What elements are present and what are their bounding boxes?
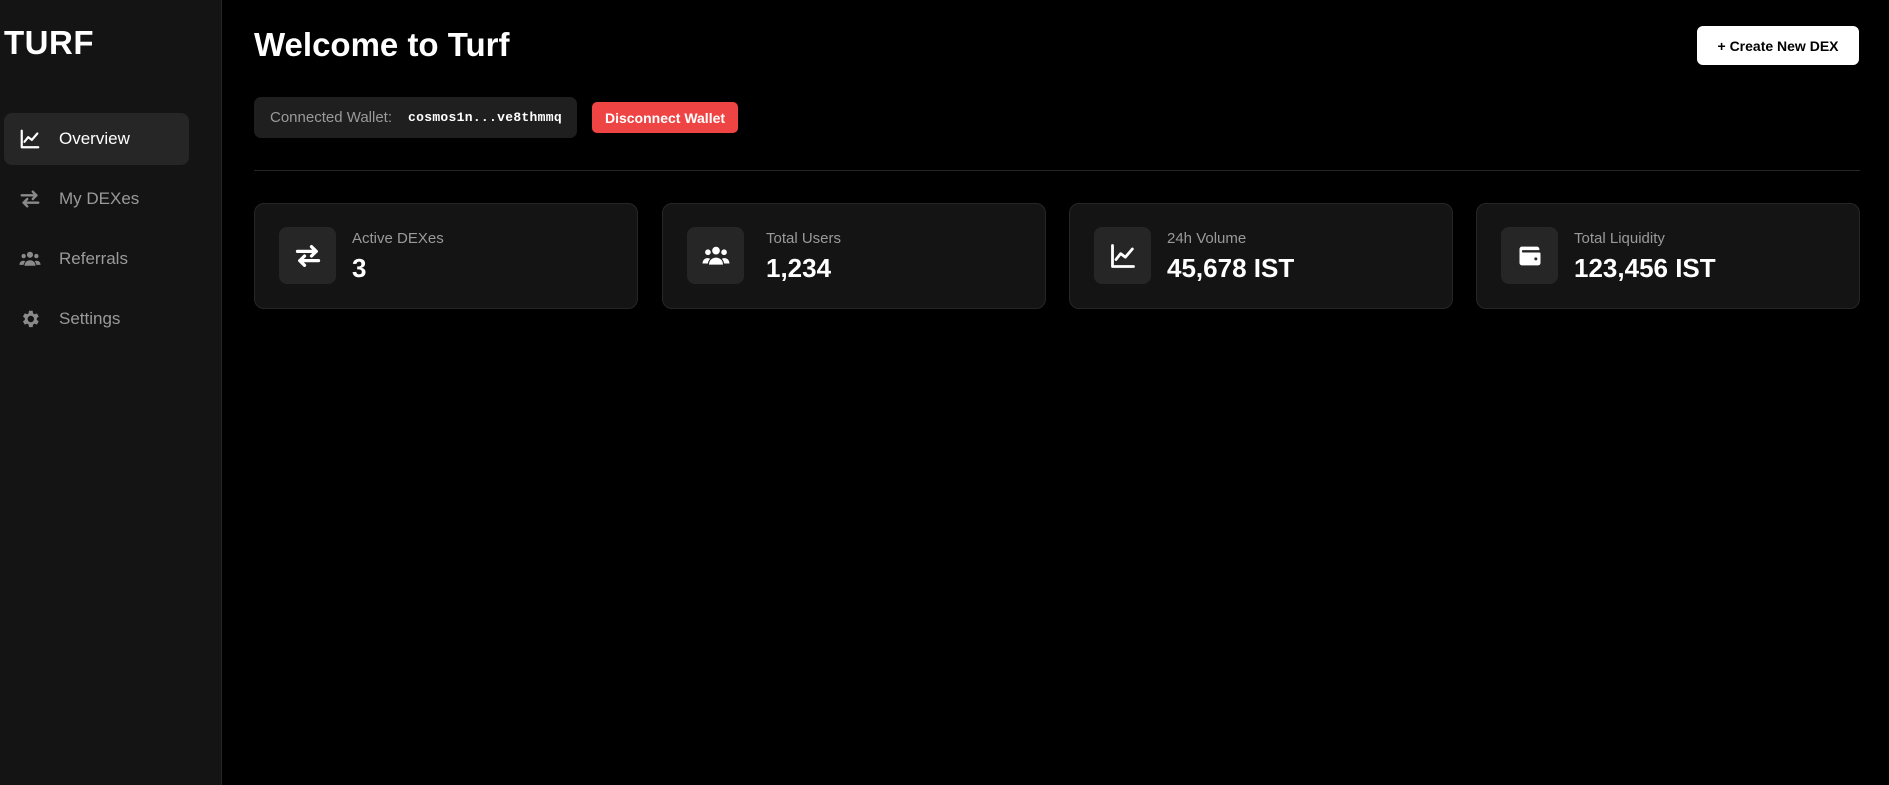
stat-label: Active DEXes [352,230,444,247]
users-icon [687,227,744,284]
chart-line-icon [19,128,45,150]
create-new-dex-button[interactable]: + Create New DEX [1697,26,1859,65]
stats-grid: Active DEXes 3 Total Users 1,234 24h Vol… [254,203,1860,309]
users-icon [19,248,45,270]
stat-card-active-dexes: Active DEXes 3 [254,203,638,309]
chart-line-icon [1094,227,1151,284]
sidebar: TURF Overview My DEXes Referrals Setting… [0,0,222,785]
divider [254,170,1860,171]
sidebar-item-label: Overview [59,129,130,148]
stat-label: 24h Volume [1167,230,1247,247]
stat-value: 1,234 [766,253,832,283]
sidebar-item-referrals[interactable]: Referrals [4,233,189,285]
stat-card-total-liquidity: Total Liquidity 123,456 IST [1476,203,1860,309]
brand-logo[interactable]: TURF [4,24,94,62]
sidebar-nav: Overview My DEXes Referrals Settings [4,113,189,353]
sidebar-item-settings[interactable]: Settings [4,293,189,345]
stat-value: 123,456 IST [1574,253,1716,283]
sidebar-item-overview[interactable]: Overview [4,113,189,165]
sidebar-item-label: My DEXes [59,189,140,208]
sidebar-item-label: Referrals [59,249,128,268]
main-content: Welcome to Turf + Create New DEX Connect… [222,0,1889,785]
disconnect-wallet-button[interactable]: Disconnect Wallet [592,102,738,133]
connected-wallet-box: Connected Wallet: cosmos1n...ve8thmmq [254,97,577,138]
exchange-icon [279,227,336,284]
stat-value: 3 [352,253,367,283]
stat-card-24h-volume: 24h Volume 45,678 IST [1069,203,1453,309]
app-root: TURF Overview My DEXes Referrals Setting… [0,0,1889,785]
gear-icon [19,308,45,330]
stat-card-total-users: Total Users 1,234 [662,203,1046,309]
stat-value: 45,678 IST [1167,253,1295,283]
exchange-icon [19,188,45,210]
stat-label: Total Users [766,230,842,247]
wallet-icon [1501,227,1558,284]
stat-label: Total Liquidity [1574,230,1665,247]
sidebar-item-my-dexes[interactable]: My DEXes [4,173,189,225]
wallet-address: cosmos1n...ve8thmmq [408,110,562,125]
wallet-label: Connected Wallet: [270,109,393,126]
sidebar-item-label: Settings [59,309,121,328]
page-title: Welcome to Turf [254,26,510,63]
